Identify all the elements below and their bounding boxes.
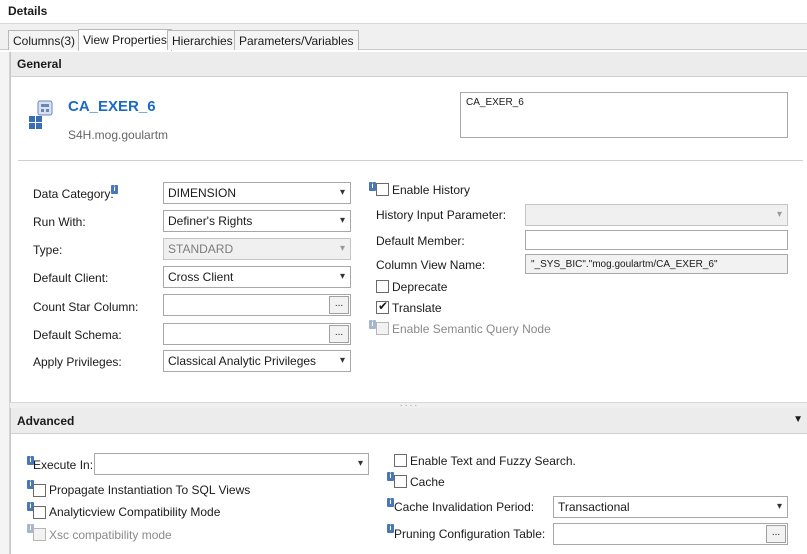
default-client-label: Default Client: (33, 271, 109, 285)
column-view-name-field: "_SYS_BIC"."mog.goulartm/CA_EXER_6" (525, 254, 788, 274)
package-name: S4H.mog.goulartm (68, 128, 169, 142)
type-dropdown: STANDARD ▾ (163, 238, 351, 260)
column-view-name-label: Column View Name: (376, 258, 486, 272)
details-titlebar: Details (0, 0, 807, 24)
data-category-value: DIMENSION (168, 186, 237, 200)
view-name-title: CA_EXER_6 (68, 98, 156, 115)
execute-in-dropdown[interactable]: ▾ (94, 453, 369, 475)
xsc-compat-label: Xsc compatibility mode (49, 528, 172, 542)
default-schema-label: Default Schema: (33, 328, 122, 342)
deprecate-checkbox[interactable] (376, 280, 389, 293)
general-section-header: General (11, 52, 807, 77)
cache-checkbox[interactable] (394, 475, 407, 488)
count-star-input[interactable]: ... (163, 294, 351, 316)
info-icon: i (387, 498, 394, 507)
cache-period-label: Cache Invalidation Period: (394, 500, 535, 514)
data-category-label: Data Category: (33, 187, 114, 201)
type-label: Type: (33, 243, 63, 257)
info-icon: i (387, 472, 394, 481)
run-with-value: Definer's Rights (168, 214, 253, 228)
pruning-browse-button[interactable]: ... (766, 525, 786, 543)
type-value: STANDARD (168, 242, 234, 256)
default-client-value: Cross Client (168, 270, 234, 284)
pruning-input[interactable]: ... (553, 523, 788, 545)
tab-columns[interactable]: Columns(3) (8, 30, 81, 50)
tab-view-properties[interactable]: View Properties (78, 29, 172, 51)
propagate-checkbox[interactable] (33, 484, 46, 497)
translate-checkbox[interactable]: ✔ (376, 299, 389, 314)
info-icon: i (111, 185, 118, 194)
enable-history-checkbox[interactable] (376, 183, 389, 196)
apply-privileges-label: Apply Privileges: (33, 355, 122, 369)
translate-label: Translate (392, 301, 442, 315)
deprecate-label: Deprecate (392, 280, 448, 294)
chevron-down-icon: ▾ (776, 209, 782, 220)
data-category-dropdown[interactable]: DIMENSION ▾ (163, 182, 351, 204)
cache-label: Cache (410, 475, 445, 489)
chevron-down-icon: ▾ (339, 187, 345, 198)
checkmark-icon: ✔ (378, 299, 389, 313)
enable-history-label: Enable History (392, 183, 471, 197)
chevron-down-icon: ▾ (339, 215, 345, 226)
advanced-section-title: Advanced (17, 414, 75, 428)
left-edge (0, 52, 10, 554)
default-schema-input[interactable]: ... (163, 323, 351, 345)
text-fuzzy-checkbox[interactable] (394, 454, 407, 467)
history-input-dropdown: ▾ (525, 204, 788, 226)
default-schema-browse-button[interactable]: ... (329, 325, 349, 343)
cache-period-dropdown[interactable]: Transactional ▾ (553, 496, 788, 518)
chevron-down-icon: ▾ (339, 243, 345, 254)
cache-period-value: Transactional (558, 500, 630, 514)
tab-parameters-variables[interactable]: Parameters/Variables (234, 30, 359, 50)
chevron-down-icon: ▾ (357, 458, 363, 469)
info-icon: i (369, 320, 376, 329)
pruning-label: Pruning Configuration Table: (394, 527, 546, 541)
semantic-query-label: Enable Semantic Query Node (392, 322, 551, 336)
default-client-dropdown[interactable]: Cross Client ▾ (163, 266, 351, 288)
text-fuzzy-label: Enable Text and Fuzzy Search. (410, 454, 576, 468)
collapse-icon[interactable]: ▼ (793, 414, 803, 425)
compat-mode-checkbox[interactable] (33, 506, 46, 519)
tab-hierarchies[interactable]: Hierarchies (167, 30, 238, 50)
compat-mode-label: Analyticview Compatibility Mode (49, 505, 221, 519)
execute-in-label: Execute In: (33, 458, 94, 472)
xsc-compat-checkbox (33, 528, 46, 541)
apply-privileges-value: Classical Analytic Privileges (168, 354, 317, 368)
run-with-dropdown[interactable]: Definer's Rights ▾ (163, 210, 351, 232)
general-divider (18, 160, 803, 161)
info-icon: i (369, 182, 376, 191)
propagate-label: Propagate Instantiation To SQL Views (49, 483, 251, 497)
count-star-browse-button[interactable]: ... (329, 296, 349, 314)
chevron-down-icon: ▾ (339, 355, 345, 366)
history-input-label: History Input Parameter: (376, 208, 507, 222)
details-title: Details (8, 4, 48, 18)
count-star-label: Count Star Column: (33, 300, 139, 314)
apply-privileges-dropdown[interactable]: Classical Analytic Privileges ▾ (163, 350, 351, 372)
default-member-label: Default Member: (376, 234, 465, 248)
default-member-input[interactable] (525, 230, 788, 250)
chevron-down-icon: ▾ (776, 501, 782, 512)
info-icon: i (387, 524, 394, 533)
description-textarea[interactable]: CA_EXER_6 (460, 92, 788, 138)
advanced-section-header[interactable]: Advanced ▼ (11, 408, 807, 434)
calculation-view-icon (28, 100, 60, 132)
run-with-label: Run With: (33, 215, 86, 229)
chevron-down-icon: ▾ (339, 271, 345, 282)
semantic-query-checkbox (376, 322, 389, 335)
